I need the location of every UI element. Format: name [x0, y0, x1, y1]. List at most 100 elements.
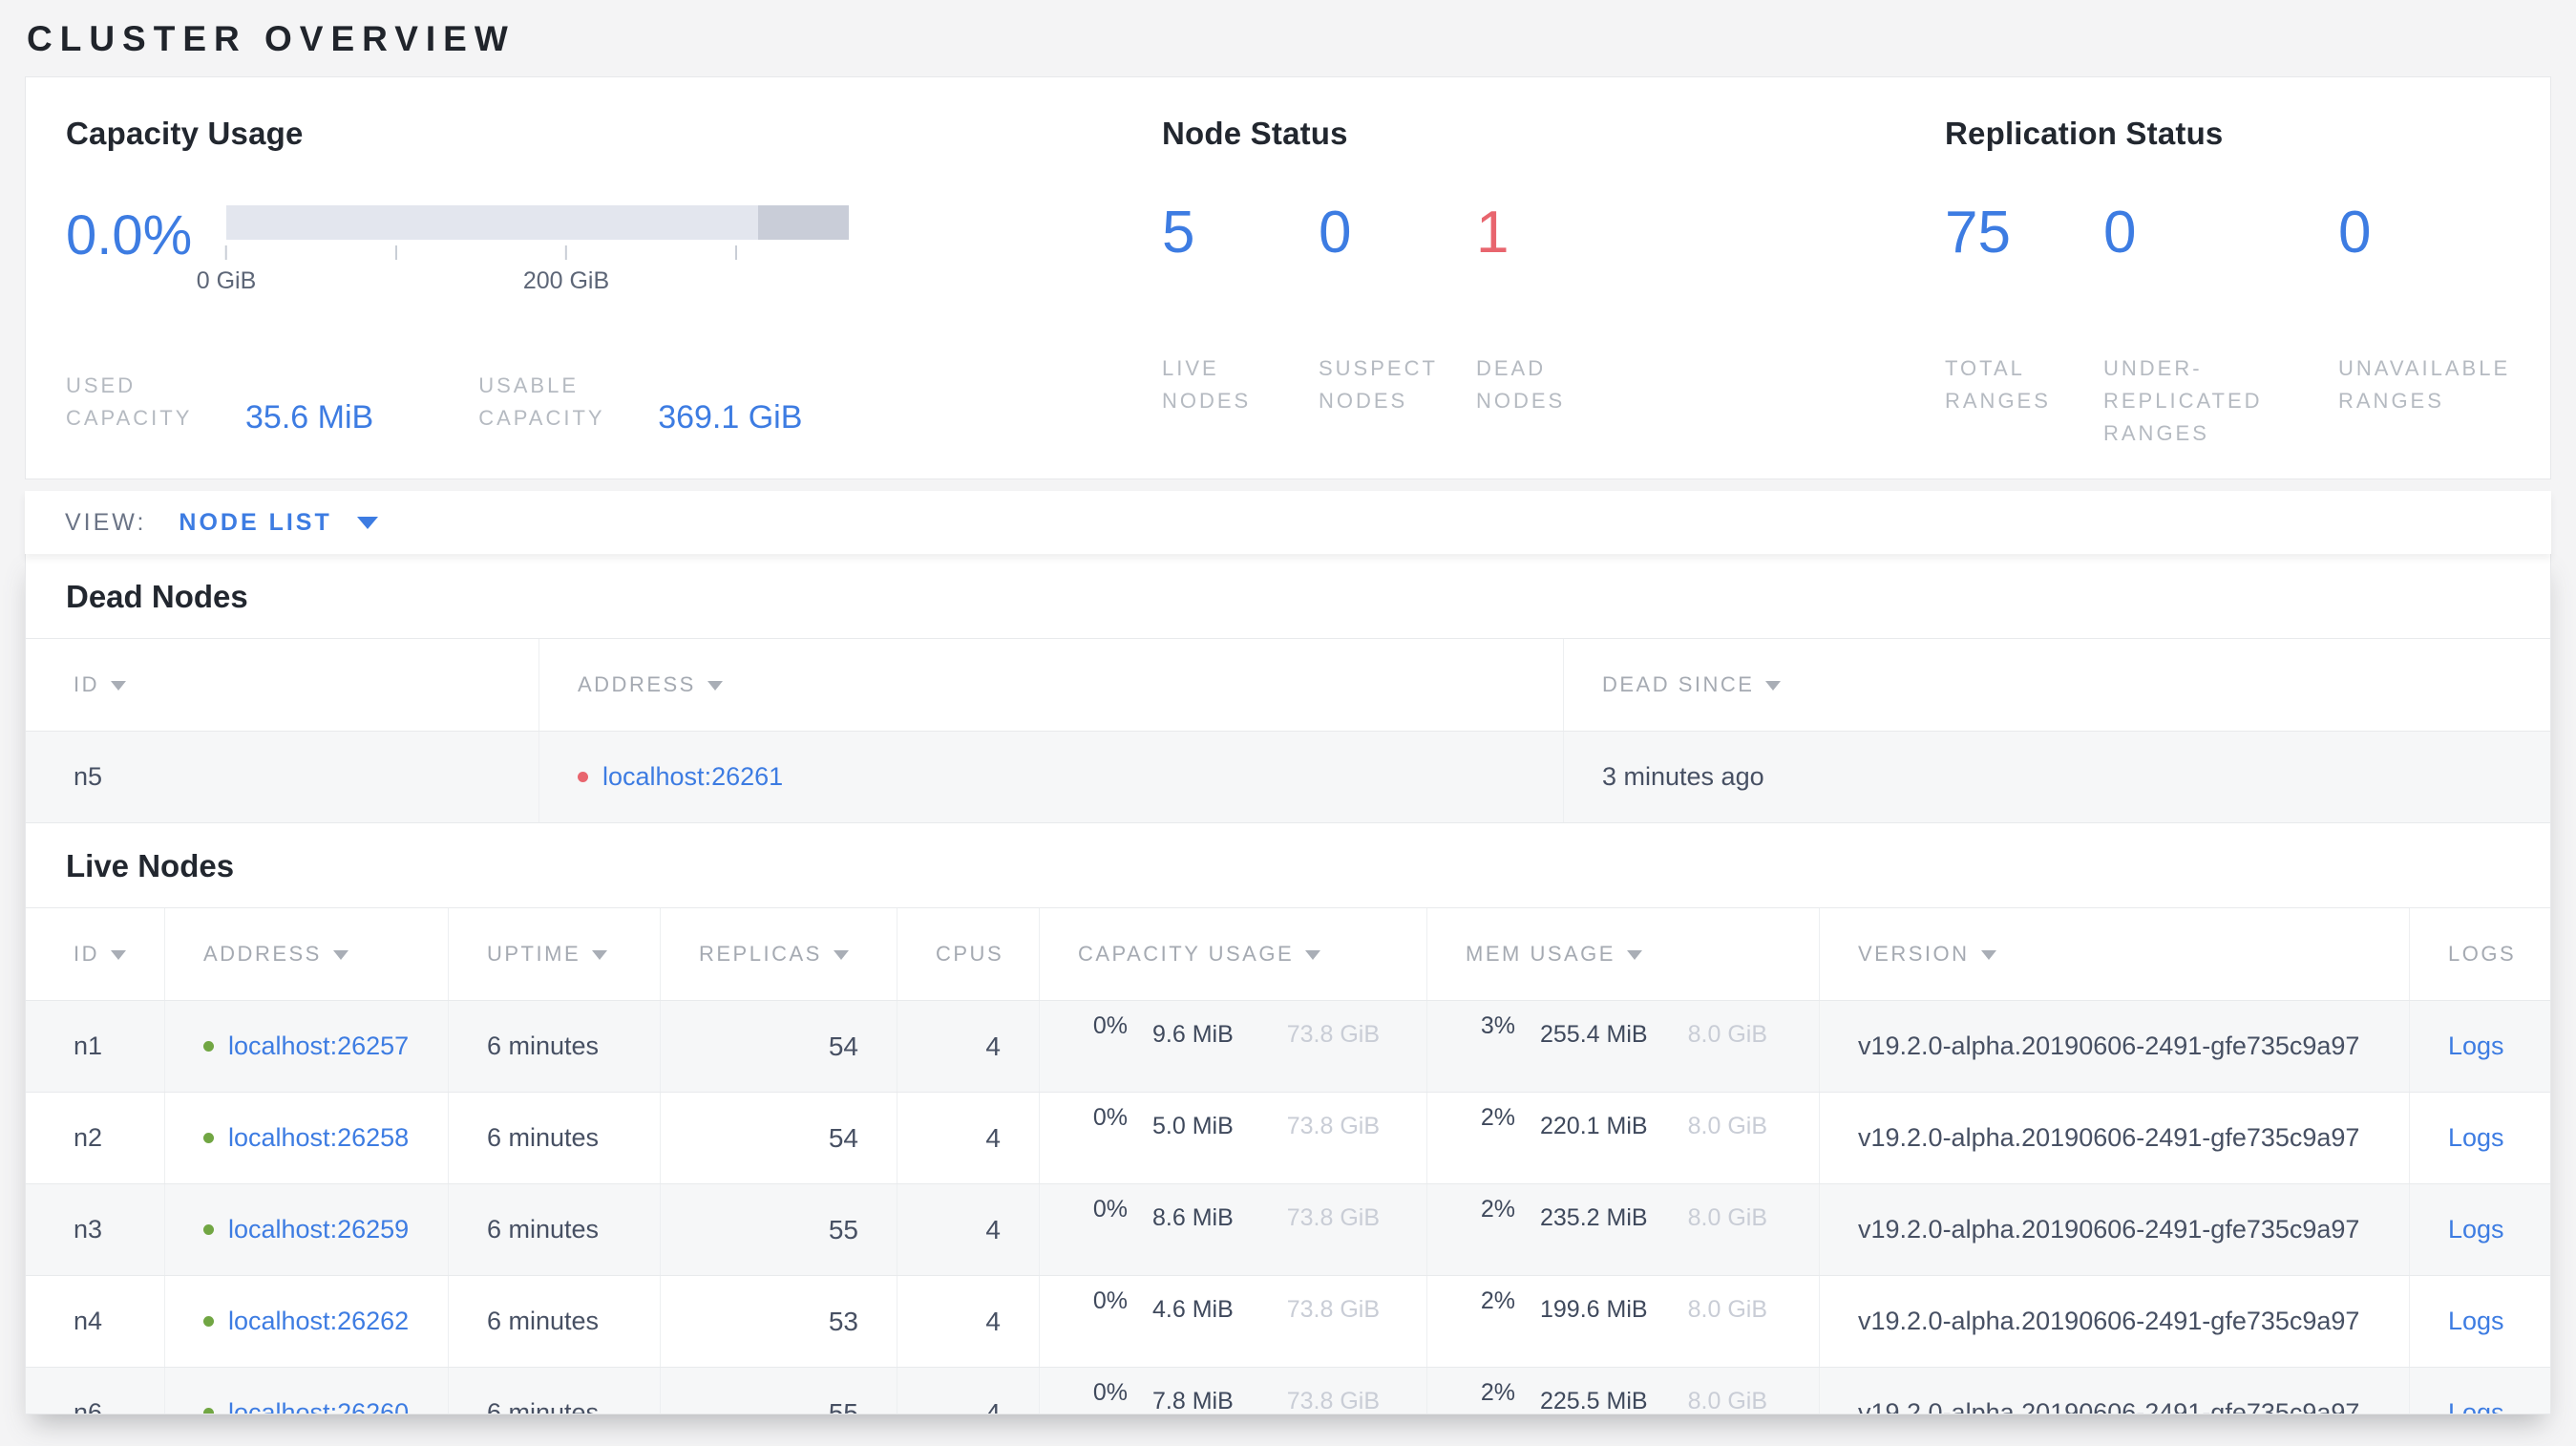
- sort-desc-icon: [707, 681, 723, 691]
- column-header-id[interactable]: ID: [26, 908, 164, 1000]
- capacity-usage-cell: 0% 4.6 MiB 73.8 GiB: [1039, 1276, 1426, 1367]
- node-address-link[interactable]: localhost:26258: [228, 1123, 409, 1153]
- column-header-address[interactable]: ADDRESS: [164, 908, 448, 1000]
- node-address-link[interactable]: localhost:26260: [228, 1398, 409, 1414]
- logs-cell: Logs: [2409, 1001, 2550, 1092]
- capacity-usage-heading: Capacity Usage: [66, 116, 304, 151]
- dead-nodes-count: 1: [1476, 200, 1510, 266]
- replicas-value: 55: [660, 1184, 897, 1275]
- logs-link[interactable]: Logs: [2448, 1123, 2504, 1153]
- replication-status-heading: Replication Status: [1945, 116, 2224, 151]
- replication-status-section: Replication Status 75 TOTAL RANGES 0 UND…: [1945, 116, 2550, 478]
- used-capacity-value: 35.6 MiB: [245, 398, 374, 436]
- axis-tick: 200 GiB: [523, 245, 609, 295]
- dead-nodes-heading: Dead Nodes: [66, 579, 248, 614]
- node-status-section: Node Status 5 LIVE NODES 0 SUSPECT NODES…: [1162, 116, 1945, 478]
- unavailable-ranges-count: 0: [2338, 200, 2372, 266]
- column-header-id[interactable]: ID: [26, 639, 538, 731]
- replicas-value: 54: [660, 1093, 897, 1183]
- node-address-cell: localhost:26258: [164, 1093, 448, 1183]
- green-dot-icon: [203, 1316, 214, 1327]
- column-header-capacity-usage[interactable]: CAPACITY USAGE: [1039, 908, 1426, 1000]
- mem-usage-cell: 3% 255.4 MiB 8.0 GiB: [1426, 1001, 1819, 1092]
- uptime-value: 6 minutes: [448, 1368, 660, 1414]
- capacity-usage-cell: 0% 8.6 MiB 73.8 GiB: [1039, 1184, 1426, 1275]
- version-value: v19.2.0-alpha.20190606-2491-gfe735c9a97: [1819, 1093, 2409, 1183]
- mem-usage-cell: 2% 235.2 MiB 8.0 GiB: [1426, 1184, 1819, 1275]
- live-nodes-label: LIVE NODES: [1162, 356, 1252, 414]
- logs-cell: Logs: [2409, 1276, 2550, 1367]
- column-header-mem-usage[interactable]: MEM USAGE: [1426, 908, 1819, 1000]
- capacity-usage-cell: 0% 7.8 MiB 73.8 GiB: [1039, 1368, 1426, 1414]
- column-header-version[interactable]: VERSION: [1819, 908, 2409, 1000]
- usable-capacity-label: USABLE CAPACITY: [478, 373, 605, 431]
- live-nodes-table: ID ADDRESS UPTIME REPLICAS CPUS CAPACITY…: [26, 907, 2550, 1414]
- sort-desc-icon: [111, 681, 126, 691]
- capacity-gauge: 0.0% 0 GiB 200 GiB: [66, 205, 1162, 310]
- node-id: n5: [74, 762, 103, 791]
- cpus-value: 4: [897, 1093, 1039, 1183]
- green-dot-icon: [203, 1041, 214, 1052]
- logs-link[interactable]: Logs: [2448, 1307, 2504, 1336]
- cpus-value: 4: [897, 1001, 1039, 1092]
- node-status-heading: Node Status: [1162, 116, 1348, 151]
- sort-desc-icon: [332, 950, 348, 960]
- dead-nodes-label: DEAD NODES: [1476, 356, 1566, 414]
- live-nodes-count: 5: [1162, 200, 1195, 266]
- live-nodes-heading: Live Nodes: [66, 848, 235, 883]
- view-mode-dropdown[interactable]: NODE LIST: [179, 508, 378, 537]
- unavailable-ranges-stat: 0 UNAVAILABLE RANGES: [2338, 198, 2550, 450]
- table-row: n6 localhost:26260 6 minutes 55 4 0% 7.8…: [26, 1368, 2550, 1414]
- table-row: n1 localhost:26257 6 minutes 54 4 0% 9.6…: [26, 1001, 2550, 1093]
- mem-usage-cell: 2% 225.5 MiB 8.0 GiB: [1426, 1368, 1819, 1414]
- view-mode-selected: NODE LIST: [179, 508, 332, 536]
- sort-desc-icon: [592, 950, 608, 960]
- caret-down-icon: [356, 516, 378, 529]
- usable-capacity-value: 369.1 GiB: [658, 398, 803, 436]
- cpus-value: 4: [897, 1368, 1039, 1414]
- sort-desc-icon: [1626, 950, 1642, 960]
- under-replicated-ranges-stat: 0 UNDER-REPLICATED RANGES: [2103, 198, 2338, 450]
- axis-tick: [394, 245, 397, 267]
- node-address-cell: localhost:26260: [164, 1368, 448, 1414]
- column-header-logs: LOGS: [2409, 908, 2550, 1000]
- total-ranges-count: 75: [1945, 200, 2011, 266]
- column-header-uptime[interactable]: UPTIME: [448, 908, 660, 1000]
- capacity-usage-section: Capacity Usage 0.0% 0 GiB 200 GiB USED C…: [66, 116, 1162, 478]
- logs-link[interactable]: Logs: [2448, 1215, 2504, 1244]
- table-row: n3 localhost:26259 6 minutes 55 4 0% 8.6…: [26, 1184, 2550, 1276]
- red-dot-icon: [578, 772, 588, 782]
- capacity-gauge-bar: [226, 205, 849, 240]
- capacity-usage-cell: 0% 9.6 MiB 73.8 GiB: [1039, 1001, 1426, 1092]
- capacity-gauge-reserved-segment: [757, 205, 849, 240]
- view-bar: VIEW: NODE LIST: [25, 491, 2551, 554]
- cluster-summary-card: Capacity Usage 0.0% 0 GiB 200 GiB USED C…: [25, 76, 2551, 479]
- view-label: VIEW:: [65, 508, 147, 536]
- uptime-value: 6 minutes: [448, 1001, 660, 1092]
- node-address-link[interactable]: localhost:26261: [602, 762, 783, 792]
- dead-nodes-table: ID ADDRESS DEAD SINCE n5 localhost:26261…: [26, 638, 2550, 823]
- capacity-usage-cell: 0% 5.0 MiB 73.8 GiB: [1039, 1093, 1426, 1183]
- node-address-link[interactable]: localhost:26259: [228, 1215, 409, 1244]
- total-ranges-label: TOTAL RANGES: [1945, 356, 2051, 414]
- usable-capacity-stat: USABLE CAPACITY 369.1 GiB: [478, 370, 802, 435]
- table-row: n2 localhost:26258 6 minutes 54 4 0% 5.0…: [26, 1093, 2550, 1184]
- node-id: n2: [74, 1123, 103, 1152]
- node-address-link[interactable]: localhost:26262: [228, 1307, 409, 1336]
- sort-desc-icon: [111, 950, 126, 960]
- node-address-link[interactable]: localhost:26257: [228, 1031, 409, 1061]
- logs-link[interactable]: Logs: [2448, 1031, 2504, 1061]
- sort-desc-icon: [1765, 681, 1782, 691]
- column-header-replicas[interactable]: REPLICAS: [660, 908, 897, 1000]
- replicas-value: 54: [660, 1001, 897, 1092]
- dead-since-value: 3 minutes ago: [1563, 732, 2550, 822]
- column-header-address[interactable]: ADDRESS: [538, 639, 1563, 731]
- column-header-dead-since[interactable]: DEAD SINCE: [1563, 639, 2550, 731]
- suspect-nodes-stat: 0 SUSPECT NODES: [1319, 198, 1476, 417]
- uptime-value: 6 minutes: [448, 1276, 660, 1367]
- logs-link[interactable]: Logs: [2448, 1398, 2504, 1414]
- under-replicated-ranges-count: 0: [2103, 200, 2137, 266]
- mem-usage-cell: 2% 199.6 MiB 8.0 GiB: [1426, 1276, 1819, 1367]
- green-dot-icon: [203, 1224, 214, 1235]
- used-capacity-label: USED CAPACITY: [66, 373, 193, 431]
